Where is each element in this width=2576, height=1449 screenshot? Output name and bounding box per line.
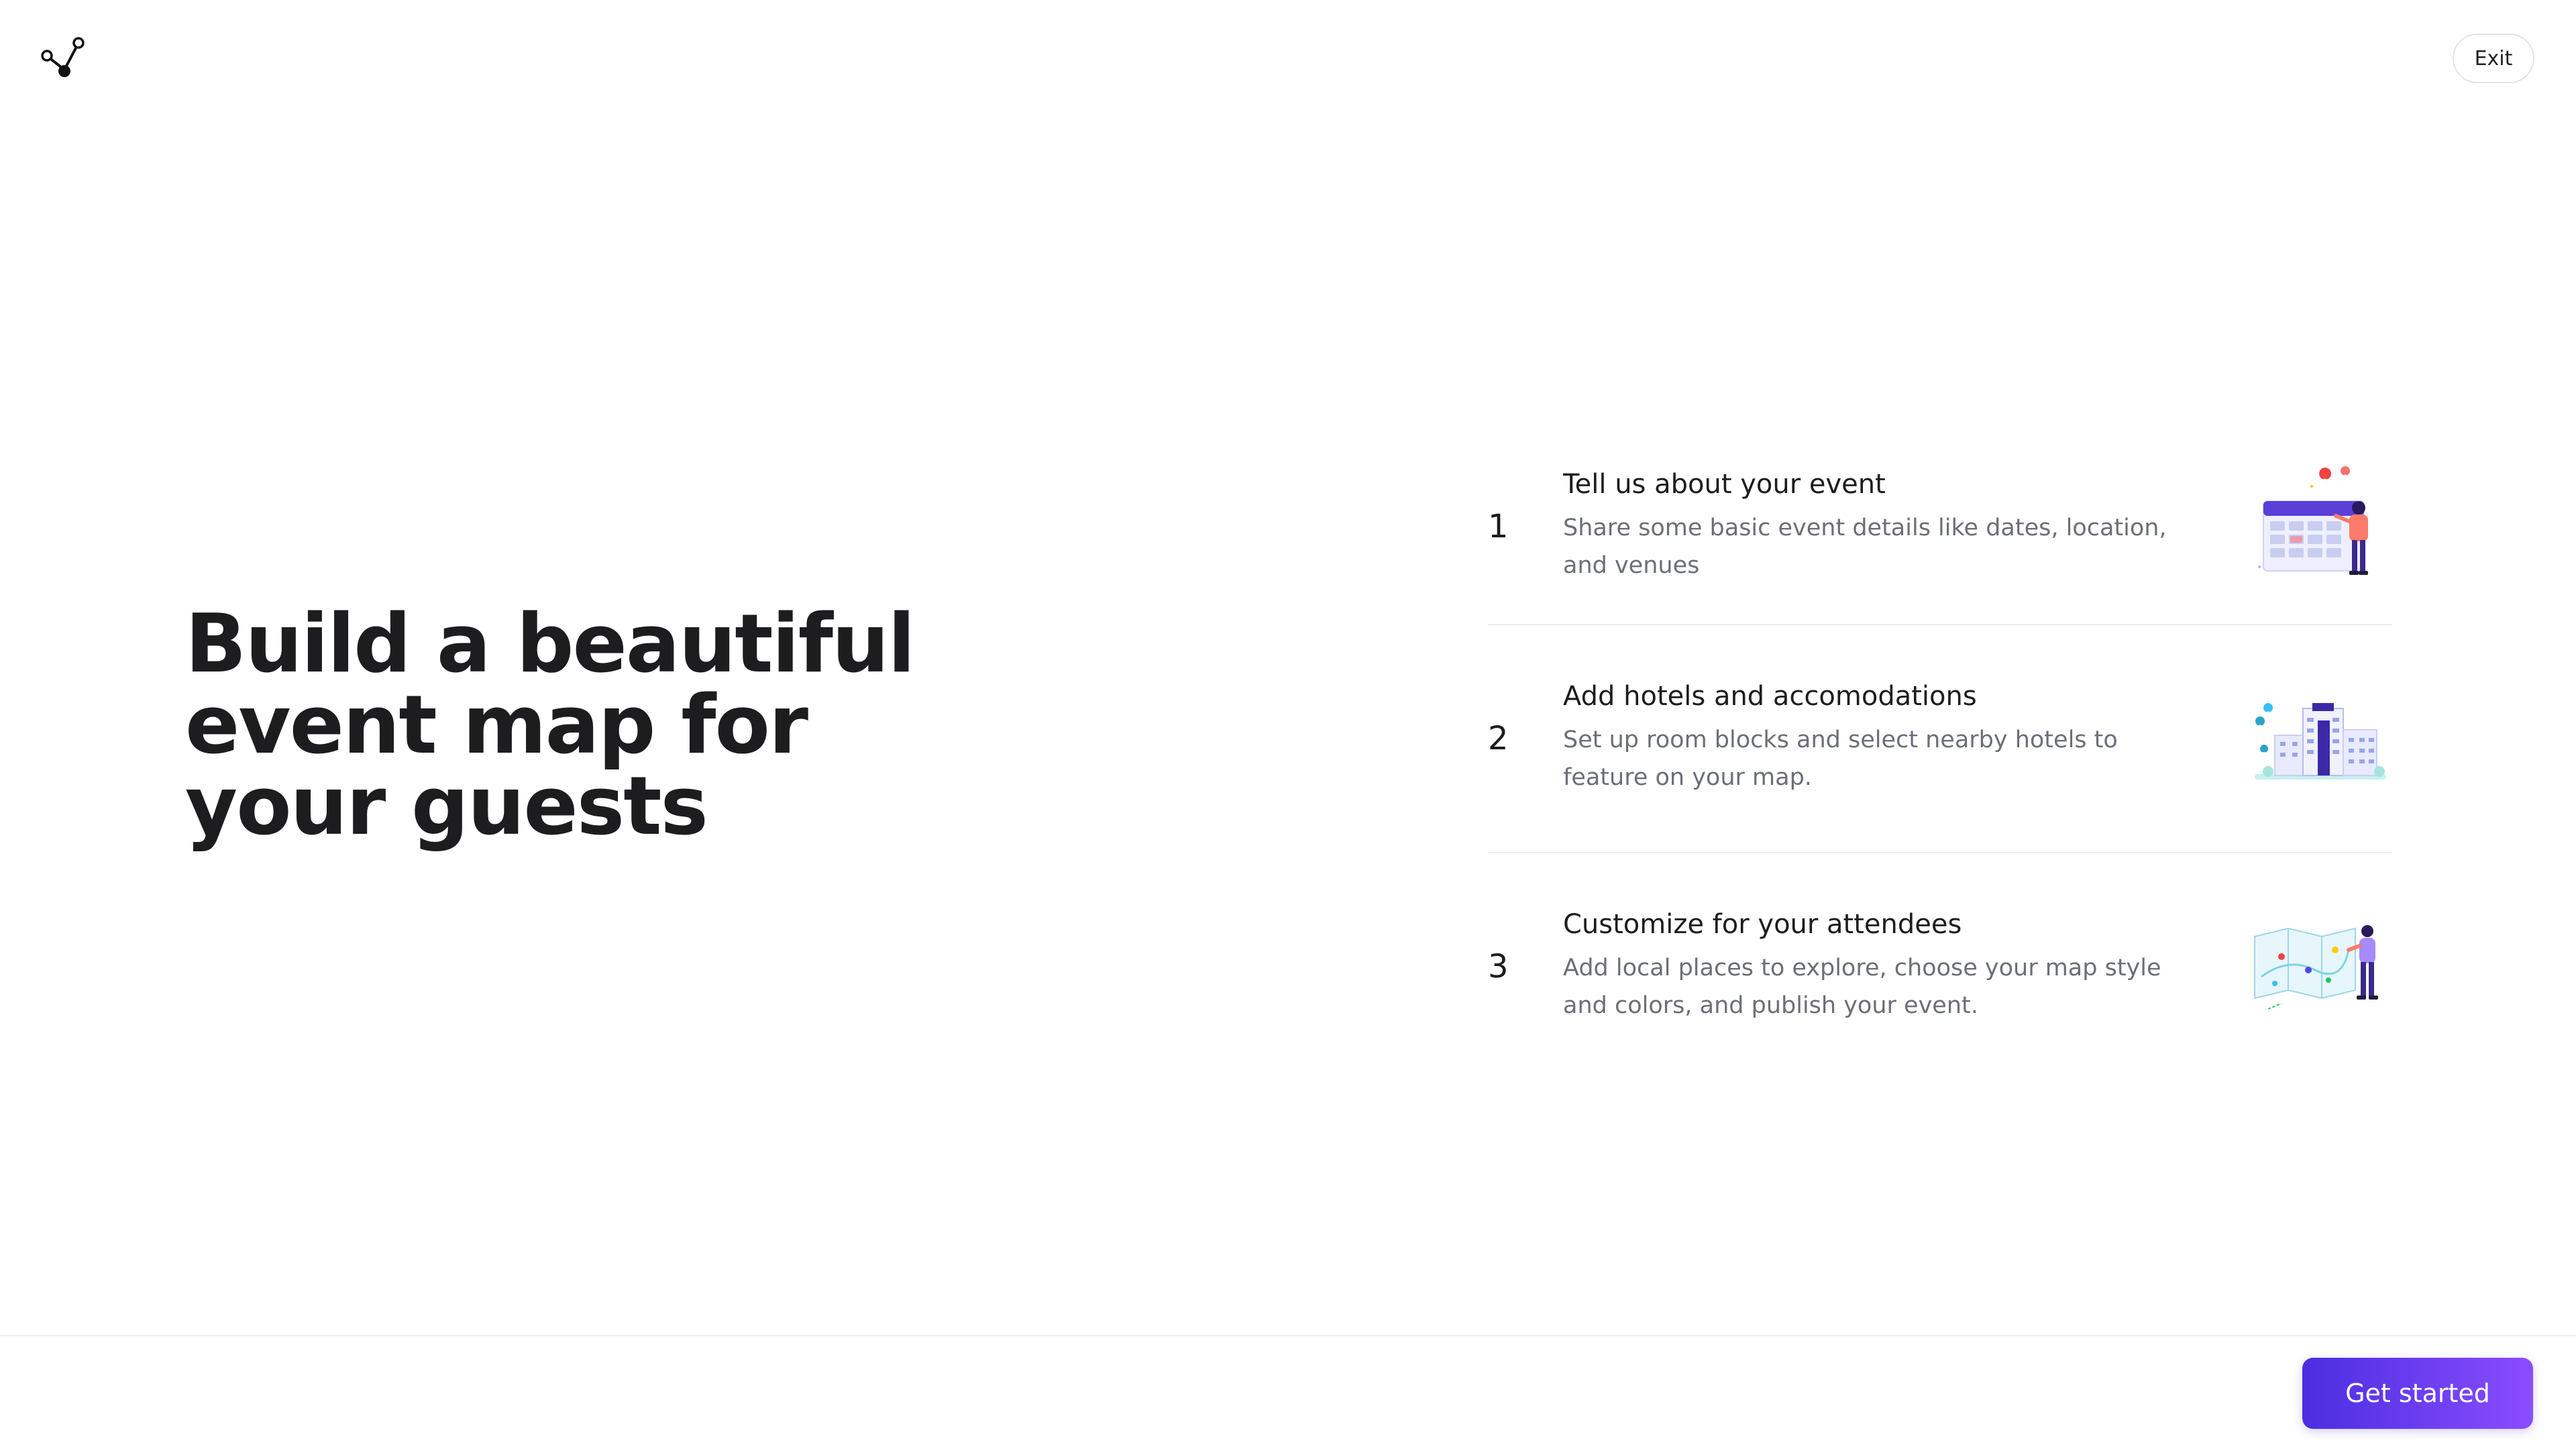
step-number: 1 [1488, 508, 1509, 545]
hotel-illustration-icon [2245, 675, 2392, 802]
step-text: Tell us about your event Share some basi… [1563, 469, 2245, 584]
page-title-line-1: Build a beautiful [185, 598, 916, 691]
step-title: Add hotels and accomodations [1563, 681, 1977, 712]
step-item-3: 3 Customize for your attendees Add local… [1488, 853, 2392, 1080]
step-number: 3 [1488, 948, 1509, 985]
step-item-1: 1 Tell us about your event Share some ba… [1488, 429, 2392, 624]
step-title: Tell us about your event [1563, 469, 1886, 500]
get-started-button[interactable]: Get started [2302, 1358, 2533, 1429]
exit-button[interactable]: Exit [2453, 34, 2534, 83]
steps-list: 1 Tell us about your event Share some ba… [1488, 429, 2392, 1080]
page-title-line-2: event map for [185, 679, 808, 772]
footer-divider [0, 1335, 2576, 1336]
step-title: Customize for your attendees [1563, 909, 1962, 940]
app-logo-icon[interactable] [40, 35, 89, 83]
step-description: Add local places to explore, choose your… [1563, 955, 2161, 1019]
calendar-illustration-icon [2245, 463, 2392, 590]
page-title: Build a beautiful event map for your gue… [185, 604, 990, 847]
map-illustration-icon [2245, 903, 2392, 1030]
page-title-line-3: your guests [185, 760, 708, 853]
step-description: Share some basic event details like date… [1563, 515, 2167, 579]
step-description: Set up room blocks and select nearby hot… [1563, 727, 2118, 791]
step-number: 2 [1488, 720, 1509, 757]
step-item-2: 2 Add hotels and accomodations Set up ro… [1488, 625, 2392, 852]
step-text: Add hotels and accomodations Set up room… [1563, 681, 2245, 796]
step-text: Customize for your attendees Add local p… [1563, 909, 2245, 1024]
onboarding-page: Exit Build a beautiful event map for you… [0, 0, 2576, 1449]
